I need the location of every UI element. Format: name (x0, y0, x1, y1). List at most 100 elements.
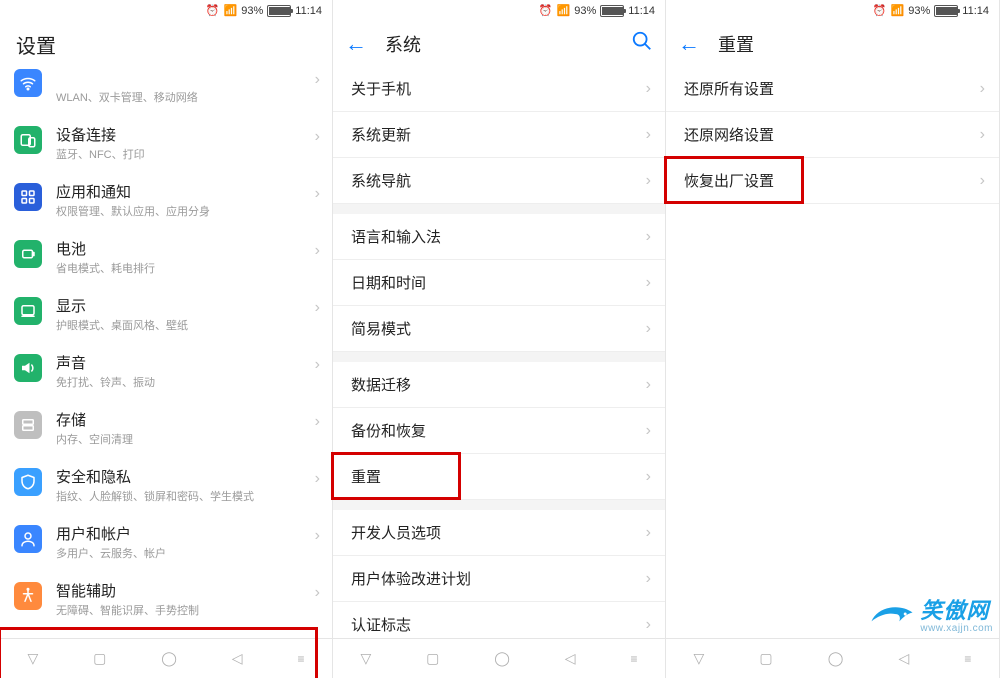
settings-row[interactable]: 设备连接蓝牙、NFC、打印 › (0, 116, 332, 173)
nav-menu-icon[interactable]: ≡ (630, 652, 637, 666)
chevron-right-icon: › (646, 80, 651, 98)
chevron-right-icon: › (315, 71, 320, 89)
settings-list: —WLAN、双卡管理、移动网络›设备连接蓝牙、NFC、打印›应用和通知权限管理、… (0, 69, 332, 678)
settings-row[interactable]: —WLAN、双卡管理、移动网络› (0, 69, 332, 116)
row-title: 设备连接 (56, 126, 309, 146)
row-title: 应用和通知 (56, 183, 309, 203)
row-label: 系统导航 (351, 170, 411, 191)
nav-recent-icon[interactable]: ▢ (759, 650, 772, 667)
nav-home-icon[interactable]: ◯ (828, 650, 844, 667)
chevron-right-icon: › (315, 185, 320, 203)
settings-row[interactable]: 存储内存、空间清理› (0, 401, 332, 458)
system-row[interactable]: 用户体验改进计划› (333, 556, 665, 602)
battery-percent: 93% (241, 5, 263, 17)
row-label: 用户体验改进计划 (351, 568, 471, 589)
system-row[interactable]: 系统导航› (333, 158, 665, 204)
security-icon (14, 468, 42, 496)
chevron-right-icon: › (315, 470, 320, 488)
nav-expand-icon[interactable]: ▽ (694, 650, 705, 667)
header-bar: ← 系统 (333, 22, 665, 66)
device-link-icon (14, 126, 42, 154)
nav-back-icon[interactable]: ◁ (565, 650, 576, 667)
battery-percent: 93% (574, 5, 596, 17)
system-row[interactable]: 重置› (333, 454, 665, 500)
search-icon[interactable] (631, 30, 653, 58)
nav-home-icon[interactable]: ◯ (161, 650, 177, 667)
settings-row[interactable]: 显示护眼模式、桌面风格、壁纸› (0, 287, 332, 344)
row-label: 认证标志 (351, 614, 411, 635)
nav-expand-icon[interactable]: ▽ (27, 650, 38, 667)
chevron-right-icon: › (315, 356, 320, 374)
storage-icon (14, 411, 42, 439)
row-label: 简易模式 (351, 318, 411, 339)
status-bar: ⏰ 📶 93% 11:14 (666, 0, 999, 22)
chevron-right-icon: › (315, 584, 320, 602)
row-subtitle: 免打扰、铃声、振动 (56, 376, 309, 391)
chevron-right-icon: › (315, 242, 320, 260)
alarm-icon: ⏰ (206, 6, 220, 17)
row-label: 还原网络设置 (684, 124, 774, 145)
nav-menu-icon[interactable]: ≡ (964, 652, 971, 666)
row-subtitle: 无障碍、智能识屏、手势控制 (56, 604, 309, 619)
nav-menu-icon[interactable]: ≡ (297, 652, 304, 666)
signal-icon: 📶 (557, 6, 571, 17)
system-row[interactable]: 关于手机› (333, 66, 665, 112)
settings-row[interactable]: 声音免打扰、铃声、振动› (0, 344, 332, 401)
row-title: 电池 (56, 240, 309, 260)
signal-icon: 📶 (224, 6, 238, 17)
page-title: 系统 (385, 31, 631, 57)
back-icon[interactable]: ← (345, 33, 367, 55)
system-row[interactable]: 简易模式› (333, 306, 665, 352)
chevron-right-icon: › (646, 228, 651, 246)
settings-row[interactable]: 应用和通知权限管理、默认应用、应用分身› (0, 173, 332, 230)
watermark-url: www.xajjn.com (920, 624, 993, 634)
system-row[interactable]: 开发人员选项› (333, 510, 665, 556)
chevron-right-icon: › (315, 128, 320, 146)
chevron-right-icon: › (315, 413, 320, 431)
chevron-right-icon: › (646, 616, 651, 634)
row-label: 数据迁移 (351, 374, 411, 395)
nav-expand-icon[interactable]: ▽ (360, 650, 371, 667)
settings-row[interactable]: 安全和隐私指纹、人脸解锁、锁屏和密码、学生模式› (0, 458, 332, 515)
row-label: 开发人员选项 (351, 522, 441, 543)
alarm-icon: ⏰ (539, 6, 553, 17)
back-icon[interactable]: ← (678, 33, 700, 55)
nav-back-icon[interactable]: ◁ (899, 650, 910, 667)
chevron-right-icon: › (646, 126, 651, 144)
settings-row[interactable]: 用户和帐户多用户、云服务、帐户› (0, 515, 332, 572)
nav-bar: ▽ ▢ ◯ ◁ ≡ (333, 638, 665, 678)
row-title: 安全和隐私 (56, 468, 309, 488)
settings-row[interactable]: 智能辅助无障碍、智能识屏、手势控制 › (0, 572, 332, 629)
system-row[interactable]: 备份和恢复› (333, 408, 665, 454)
reset-row[interactable]: 还原网络设置› (666, 112, 999, 158)
nav-recent-icon[interactable]: ▢ (426, 650, 439, 667)
chevron-right-icon: › (646, 376, 651, 394)
row-subtitle: WLAN、双卡管理、移动网络 (56, 91, 309, 106)
status-bar: ⏰ 📶 93% 11:14 (0, 0, 332, 22)
settings-row[interactable]: 电池省电模式、耗电排行 › (0, 230, 332, 287)
system-row[interactable]: 系统更新› (333, 112, 665, 158)
nav-home-icon[interactable]: ◯ (494, 650, 510, 667)
row-subtitle: 多用户、云服务、帐户 (56, 547, 309, 562)
reset-row[interactable]: 还原所有设置 › (666, 66, 999, 112)
battery-icon (934, 5, 958, 17)
system-row[interactable]: 语言和输入法 › (333, 214, 665, 260)
system-row[interactable]: 日期和时间› (333, 260, 665, 306)
system-row[interactable]: 数据迁移 › (333, 362, 665, 408)
row-label: 还原所有设置 (684, 78, 774, 99)
row-label: 语言和输入法 (351, 226, 441, 247)
row-title: 智能辅助 (56, 582, 309, 602)
reset-row[interactable]: 恢复出厂设置› (666, 158, 999, 204)
chevron-right-icon: › (980, 172, 985, 190)
status-time: 11:14 (962, 5, 989, 17)
row-subtitle: 蓝牙、NFC、打印 (56, 148, 309, 163)
row-subtitle: 省电模式、耗电排行 (56, 262, 309, 277)
chevron-right-icon: › (980, 80, 985, 98)
chevron-right-icon: › (646, 274, 651, 292)
shark-logo-icon (870, 599, 914, 634)
display-icon (14, 297, 42, 325)
nav-recent-icon[interactable]: ▢ (93, 650, 106, 667)
nav-back-icon[interactable]: ◁ (232, 650, 243, 667)
accessibility-icon (14, 582, 42, 610)
row-label: 重置 (351, 466, 381, 487)
